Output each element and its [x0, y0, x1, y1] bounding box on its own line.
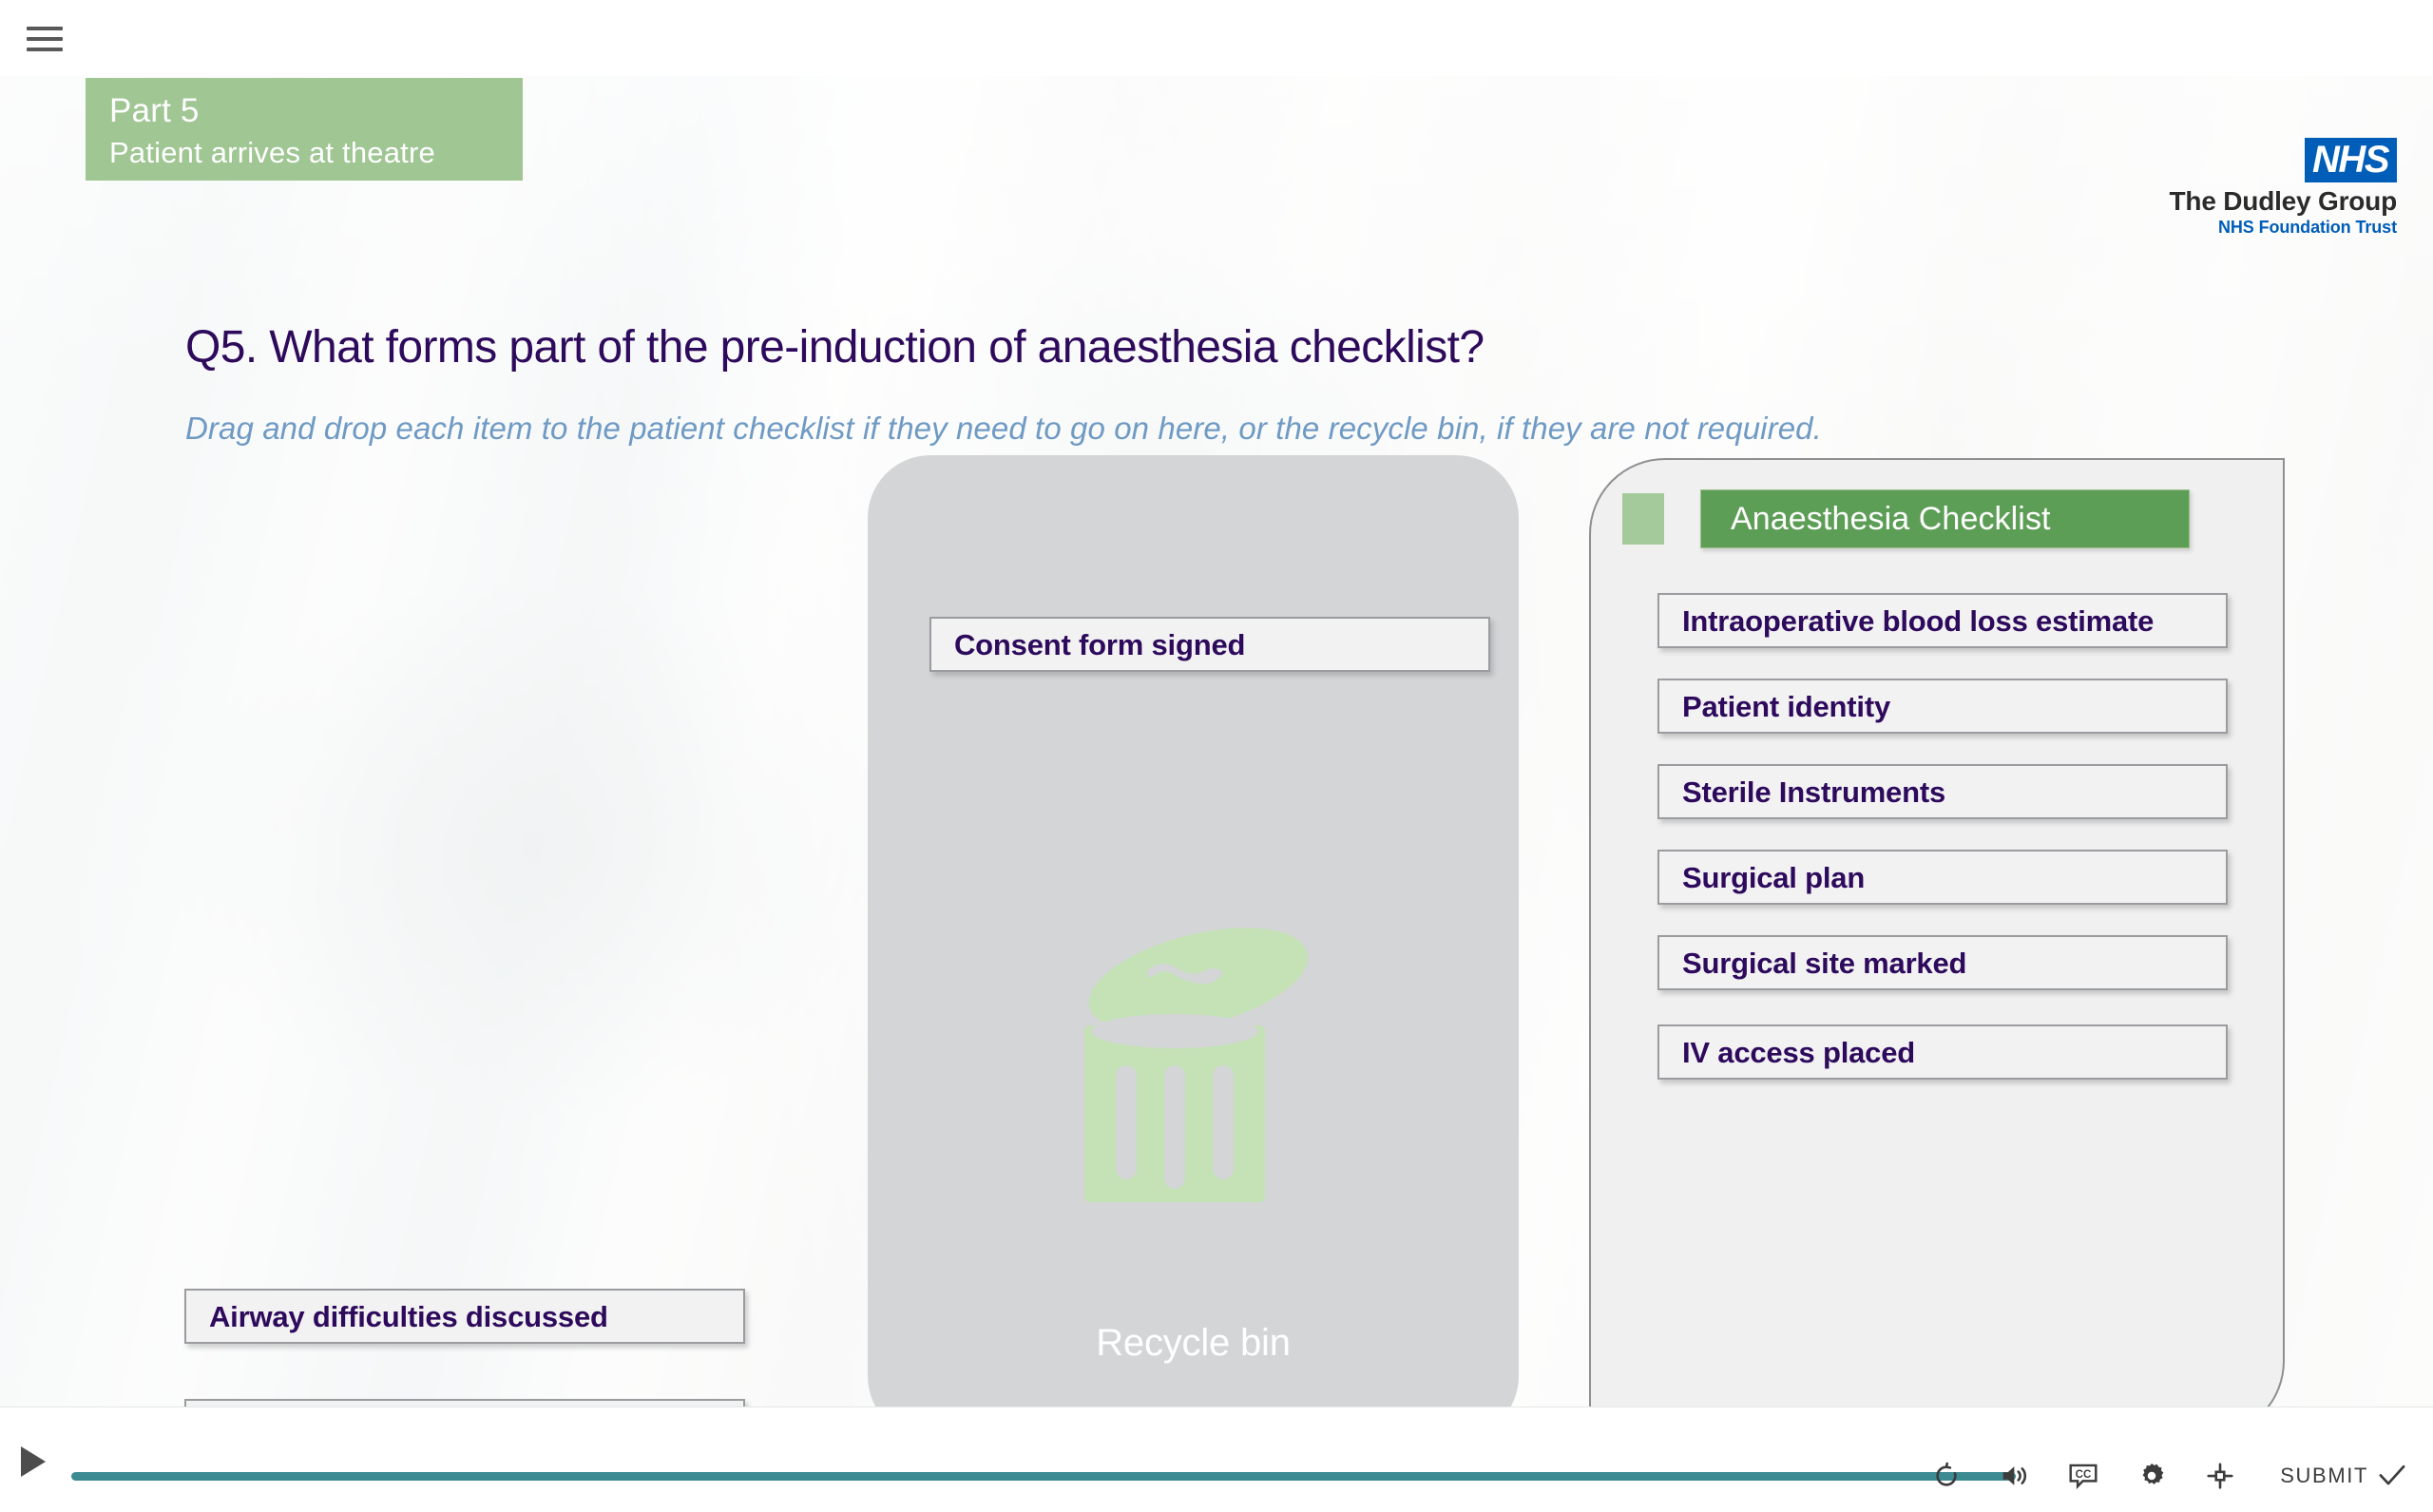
- replay-glyph: [1936, 1462, 1957, 1486]
- trust-name: The Dudley Group: [2169, 186, 2398, 216]
- cc-glyph: CC: [2069, 1464, 2098, 1490]
- hamburger-menu-icon[interactable]: [27, 27, 63, 51]
- replay-icon[interactable]: [1930, 1460, 1963, 1492]
- question-title: Q5. What forms part of the pre-induction…: [185, 322, 1485, 373]
- checklist-title: Anaesthesia Checklist: [1700, 489, 2190, 548]
- gear-icon[interactable]: [2136, 1460, 2168, 1492]
- trash-bin-icon: [1083, 928, 1308, 1202]
- checklist-header: Anaesthesia Checklist: [1622, 489, 2190, 548]
- progress-scrubber[interactable]: [71, 1472, 2016, 1481]
- anaesthesia-checklist-panel[interactable]: Anaesthesia Checklist Intraoperative blo…: [1589, 458, 2285, 1407]
- part-banner: Part 5 Patient arrives at theatre: [86, 78, 523, 181]
- progress-fill: [71, 1472, 2016, 1481]
- checkmark-icon: [2379, 1464, 2405, 1485]
- part-subtitle: Patient arrives at theatre: [109, 136, 435, 169]
- list-item[interactable]: Patient identity: [1657, 679, 2228, 734]
- menu-line: [27, 27, 63, 30]
- exit-fullscreen-icon[interactable]: [2204, 1460, 2236, 1492]
- list-item[interactable]: Surgical plan: [1657, 850, 2228, 905]
- menu-line: [27, 48, 63, 51]
- menu-line: [27, 37, 63, 41]
- closed-caption-icon[interactable]: CC: [2067, 1460, 2099, 1492]
- nhs-logo-mark: NHS: [2305, 138, 2397, 182]
- volume-icon[interactable]: [1999, 1460, 2031, 1492]
- gear-glyph: [2142, 1464, 2164, 1484]
- slide-stage: Part 5 Patient arrives at theatre NHS Th…: [0, 76, 2433, 1407]
- play-icon[interactable]: [21, 1446, 46, 1477]
- list-item[interactable]: Intraoperative blood loss estimate: [1657, 593, 2228, 648]
- draggable-item-monitoring-attached[interactable]: Monitoring attached: [184, 1399, 745, 1407]
- submit-label: SUBMIT: [2280, 1464, 2368, 1487]
- submit-button[interactable]: SUBMIT: [2280, 1464, 2406, 1488]
- exit-fullscreen-glyph: [2207, 1463, 2233, 1489]
- draggable-item-airway-difficulties-discussed[interactable]: Airway difficulties discussed: [184, 1289, 745, 1344]
- checklist-item-list: Intraoperative blood loss estimate Patie…: [1657, 593, 2228, 1110]
- nhs-trust-logo: NHS The Dudley Group NHS Foundation Trus…: [2170, 138, 2397, 238]
- recycle-bin-label: Recycle bin: [1096, 1322, 1291, 1364]
- part-label: Part 5: [109, 92, 200, 129]
- course-player-window: Part 5 Patient arrives at theatre NHS Th…: [0, 0, 2433, 1512]
- draggable-item-consent-form-signed[interactable]: Consent form signed: [929, 617, 1490, 672]
- recycle-bin-drop-zone[interactable]: Recycle bin: [868, 455, 1519, 1407]
- list-item[interactable]: Sterile Instruments: [1657, 764, 2228, 819]
- list-item[interactable]: IV access placed: [1657, 1024, 2228, 1080]
- question-instruction: Drag and drop each item to the patient c…: [185, 411, 1822, 446]
- list-item[interactable]: Surgical site marked: [1657, 935, 2228, 990]
- top-bar: [0, 0, 2433, 76]
- svg-text:CC: CC: [2076, 1469, 2092, 1481]
- player-controls: CC SUBMIT: [1930, 1448, 2414, 1503]
- volume-glyph: [2002, 1466, 2027, 1485]
- checklist-marker-swatch: [1622, 493, 1664, 545]
- trust-type: NHS Foundation Trust: [2218, 218, 2397, 237]
